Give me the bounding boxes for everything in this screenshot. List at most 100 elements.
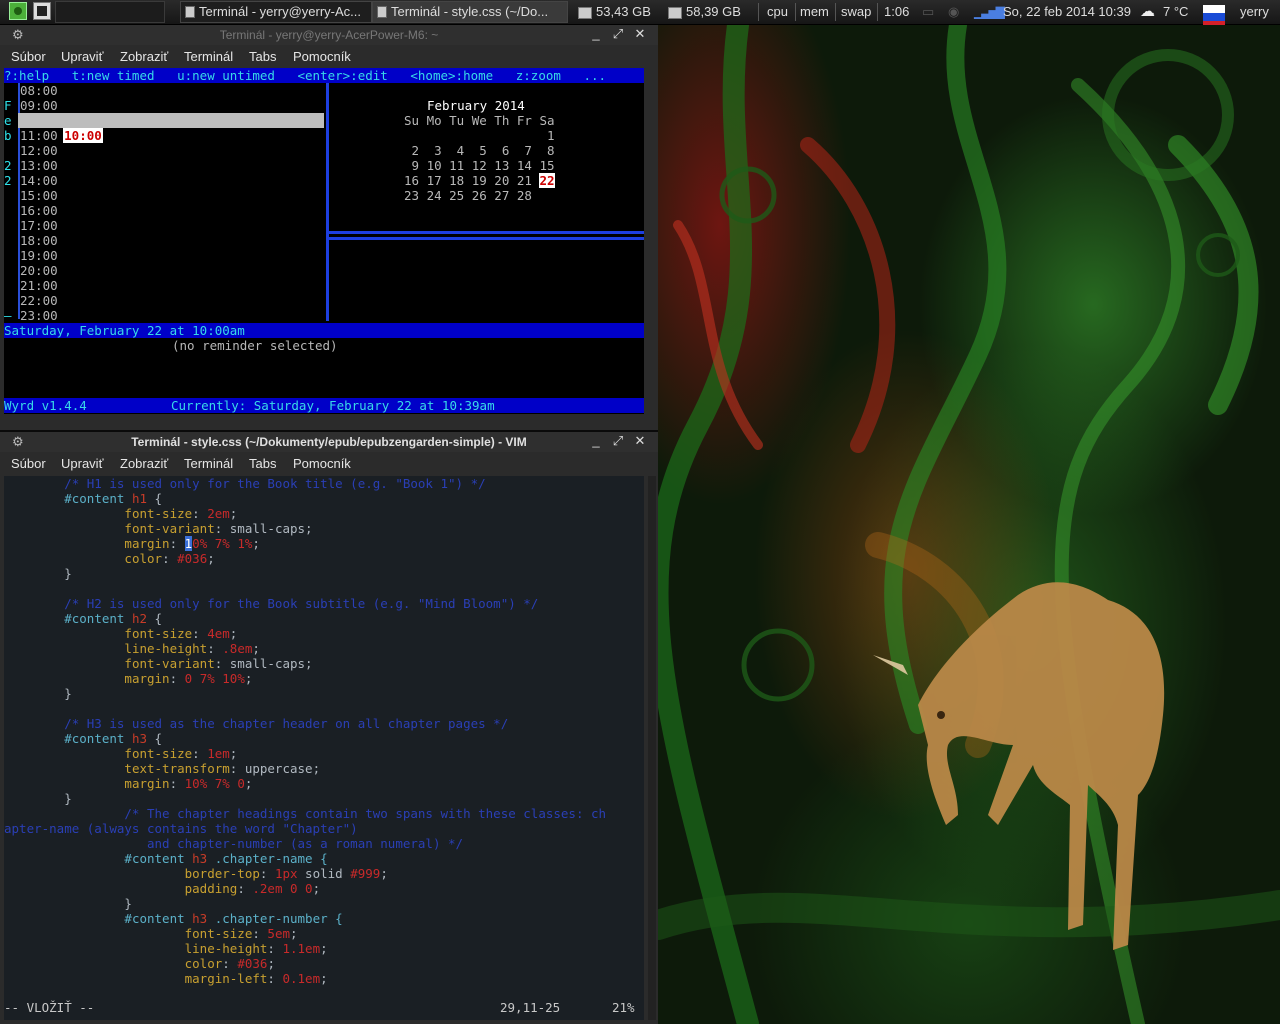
timeslot[interactable]: 08:00: [20, 83, 58, 98]
menu-terminal[interactable]: Terminál: [184, 456, 233, 471]
timeslot[interactable]: 23:00: [20, 308, 58, 323]
calendar-week[interactable]: 23 24 25 26 27 28: [404, 188, 532, 203]
minimize-icon[interactable]: _: [588, 26, 604, 42]
code-line[interactable]: }: [4, 566, 72, 581]
calendar-week[interactable]: 2 3 4 5 6 7 8: [404, 143, 555, 158]
cpu-monitor[interactable]: cpu: [767, 0, 788, 24]
menu-subor[interactable]: Súbor: [11, 49, 46, 64]
code-line[interactable]: }: [4, 686, 72, 701]
code-line[interactable]: margin: 10% 7% 1%;: [4, 536, 260, 551]
vim-editor[interactable]: /* H1 is used only for the Book title (e…: [4, 476, 644, 1020]
code-line[interactable]: color: #036;: [4, 956, 275, 971]
timeslot[interactable]: 11:00: [20, 128, 58, 143]
calendar-today[interactable]: 22: [539, 173, 555, 188]
window-titlebar[interactable]: ⚙ Terminál - yerry@yerry-AcerPower-M6: ~…: [0, 25, 658, 45]
code-line[interactable]: #content h3 .chapter-name {: [4, 851, 327, 866]
code-line[interactable]: margin-left: 0.1em;: [4, 971, 328, 986]
code-line[interactable]: #content h3 .chapter-number {: [4, 911, 342, 926]
code-line[interactable]: font-variant: small-caps;: [4, 656, 312, 671]
mem-monitor[interactable]: mem: [800, 0, 829, 24]
clock[interactable]: So, 22 feb 2014 10:39: [1003, 0, 1131, 24]
code-line[interactable]: margin: 10% 7% 0;: [4, 776, 252, 791]
code-line[interactable]: font-size: 1em;: [4, 746, 237, 761]
menu-terminal[interactable]: Terminál: [184, 49, 233, 64]
code-line[interactable]: #content h2 {: [4, 611, 162, 626]
code-line[interactable]: border-top: 1px solid #999;: [4, 866, 388, 881]
calendar-week[interactable]: 1: [404, 128, 555, 143]
clipboard-icon[interactable]: ▭: [922, 0, 934, 24]
wyrd-terminal-area[interactable]: ?:help t:new timed u:new untimed <enter>…: [4, 68, 644, 414]
window-titlebar[interactable]: ⚙ Terminál - style.css (~/Dokumenty/epub…: [0, 432, 658, 452]
menu-upravit[interactable]: Upraviť: [61, 456, 103, 471]
workspace-2-button[interactable]: [33, 2, 51, 20]
maximize-icon[interactable]: ⤢: [610, 433, 626, 449]
timeslot-selected[interactable]: 10:00: [18, 113, 324, 143]
menu-pomocnik[interactable]: Pomocník: [293, 49, 351, 64]
code-line[interactable]: }: [4, 896, 132, 911]
code-line[interactable]: #content h1 {: [4, 491, 162, 506]
code-line[interactable]: margin: 0 7% 10%;: [4, 671, 252, 686]
menu-tabs[interactable]: Tabs: [249, 49, 276, 64]
menu-pomocnik[interactable]: Pomocník: [293, 456, 351, 471]
signal-strength-icon[interactable]: ▁▃▅▇: [974, 0, 1005, 24]
code-line[interactable]: and chapter-number (as a roman numeral) …: [4, 836, 463, 851]
code-line[interactable]: /* H3 is used as the chapter header on a…: [4, 716, 508, 731]
code-line[interactable]: color: #036;: [4, 551, 214, 566]
task-terminal-wyrd[interactable]: Terminál - yerry@yerry-Ac...: [180, 1, 372, 23]
calendar-week[interactable]: 16 17 18 19 20 21 22: [404, 173, 555, 188]
code-line[interactable]: }: [4, 791, 72, 806]
timeslot[interactable]: 20:00: [20, 263, 58, 278]
code-line[interactable]: text-transform: uppercase;: [4, 761, 320, 776]
disk-usage-1[interactable]: 53,43 GB: [578, 0, 651, 24]
code-line[interactable]: line-height: 1.1em;: [4, 941, 328, 956]
side-letter: F: [4, 98, 12, 113]
menu-zobrazit[interactable]: Zobraziť: [120, 49, 168, 64]
timeslot[interactable]: 09:00: [20, 98, 58, 113]
close-icon[interactable]: ✕: [632, 26, 648, 42]
menu-zobrazit[interactable]: Zobraziť: [120, 456, 168, 471]
user-menu[interactable]: yerry: [1240, 0, 1269, 24]
code-line[interactable]: font-size: 5em;: [4, 926, 298, 941]
workspace-1-button[interactable]: [9, 2, 27, 20]
code-line[interactable]: padding: .2em 0 0;: [4, 881, 321, 896]
timeslot[interactable]: 12:00: [20, 143, 58, 158]
disk-usage-2[interactable]: 58,39 GB: [668, 0, 741, 24]
scrollbar[interactable]: [648, 476, 656, 1020]
code-line[interactable]: apter-name (always contains the word "Ch…: [4, 821, 358, 836]
minimize-icon[interactable]: _: [588, 433, 604, 449]
timeslot[interactable]: 16:00: [20, 203, 58, 218]
swap-monitor[interactable]: swap: [841, 0, 871, 24]
timeslot[interactable]: 15:00: [20, 188, 58, 203]
code-line[interactable]: /* H2 is used only for the Book subtitle…: [4, 596, 538, 611]
maximize-icon[interactable]: ⤢: [610, 26, 626, 42]
network-off-icon[interactable]: ◉: [948, 0, 959, 24]
code-line[interactable]: /* H1 is used only for the Book title (e…: [4, 476, 485, 491]
timeslot[interactable]: 18:00: [20, 233, 58, 248]
version-bar: Wyrd v1.4.4 Currently: Saturday, February…: [4, 398, 644, 413]
timeslot[interactable]: 17:00: [20, 218, 58, 233]
menu-tabs[interactable]: Tabs: [249, 456, 276, 471]
weather-temperature[interactable]: 7 °C: [1163, 0, 1188, 24]
code-line[interactable]: line-height: .8em;: [4, 641, 260, 656]
menu-upravit[interactable]: Upraviť: [61, 49, 103, 64]
timeslot[interactable]: 21:00: [20, 278, 58, 293]
vim-mode: -- VLOŽIŤ --: [4, 1000, 95, 1015]
close-icon[interactable]: ✕: [632, 433, 648, 449]
calendar-week[interactable]: 9 10 11 12 13 14 15: [404, 158, 555, 173]
code-line[interactable]: /* The chapter headings contain two span…: [4, 806, 606, 821]
task-terminal-vim[interactable]: Terminál - style.css (~/Do...: [372, 1, 568, 23]
code-line[interactable]: #content h3 {: [4, 731, 162, 746]
timeslot[interactable]: 13:00: [20, 158, 58, 173]
code-token: color: [184, 956, 223, 971]
code-token: :: [252, 926, 268, 941]
timeslot[interactable]: 19:00: [20, 248, 58, 263]
disk-usage-1-label: 53,43 GB: [596, 4, 651, 19]
code-line[interactable]: font-size: 4em;: [4, 626, 237, 641]
timeslot[interactable]: 14:00: [20, 173, 58, 188]
code-line[interactable]: font-size: 2em;: [4, 506, 237, 521]
menu-subor[interactable]: Súbor: [11, 456, 46, 471]
code-line[interactable]: font-variant: small-caps;: [4, 521, 312, 536]
timeslot[interactable]: 22:00: [20, 293, 58, 308]
